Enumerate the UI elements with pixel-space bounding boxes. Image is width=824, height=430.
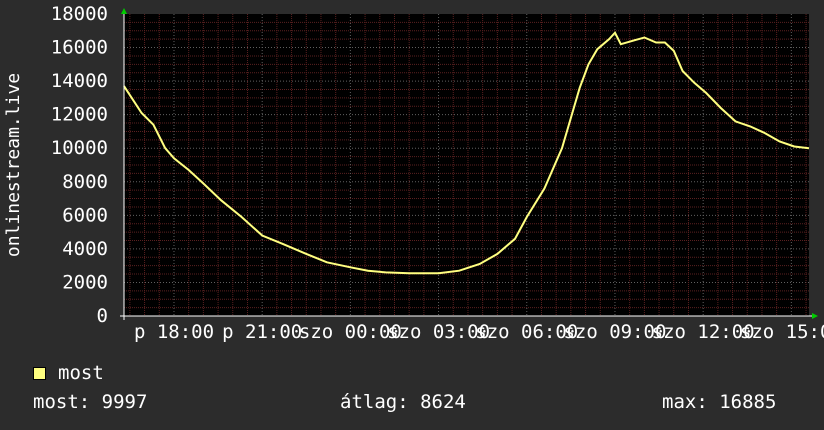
y-tick-label: 10000	[51, 137, 108, 159]
stat-max-value: max: 16885	[662, 391, 777, 413]
y-tick-label: 2000	[62, 271, 108, 293]
y-axis: 0 2000 4000 6000 8000 10000 12000 14000 16000 180…	[51, 3, 108, 327]
y-tick-label: 18000	[51, 3, 108, 25]
y-tick-label: 4000	[62, 238, 108, 260]
x-tick-label: szo 15:00	[740, 321, 824, 343]
x-axis-arrow	[812, 313, 818, 319]
legend-label-most: most	[58, 362, 104, 384]
legend-swatch-most	[33, 367, 46, 380]
chart: 0 2000 4000 6000 8000 10000 12000 14000 16000 180…	[3, 3, 824, 343]
y-tick-label: 8000	[62, 171, 108, 193]
stat-average-value: átlag: 8624	[340, 391, 466, 413]
x-tick-label: p 18:00	[134, 321, 214, 343]
x-tick-label: p 21:00	[222, 321, 302, 343]
y-tick-label: 0	[97, 305, 108, 327]
x-axis: p 18:00 p 21:00szo 00:00szo 03:00szo 06:0…	[134, 321, 824, 343]
y-tick-label: 6000	[62, 204, 108, 226]
y-tick-label: 16000	[51, 37, 108, 59]
y-tick-label: 12000	[51, 104, 108, 126]
y-tick-label: 14000	[51, 70, 108, 92]
y-axis-label: onlinestream.live	[3, 73, 24, 257]
stat-last-value: most: 9997	[33, 391, 148, 413]
y-axis-arrow	[121, 8, 127, 14]
